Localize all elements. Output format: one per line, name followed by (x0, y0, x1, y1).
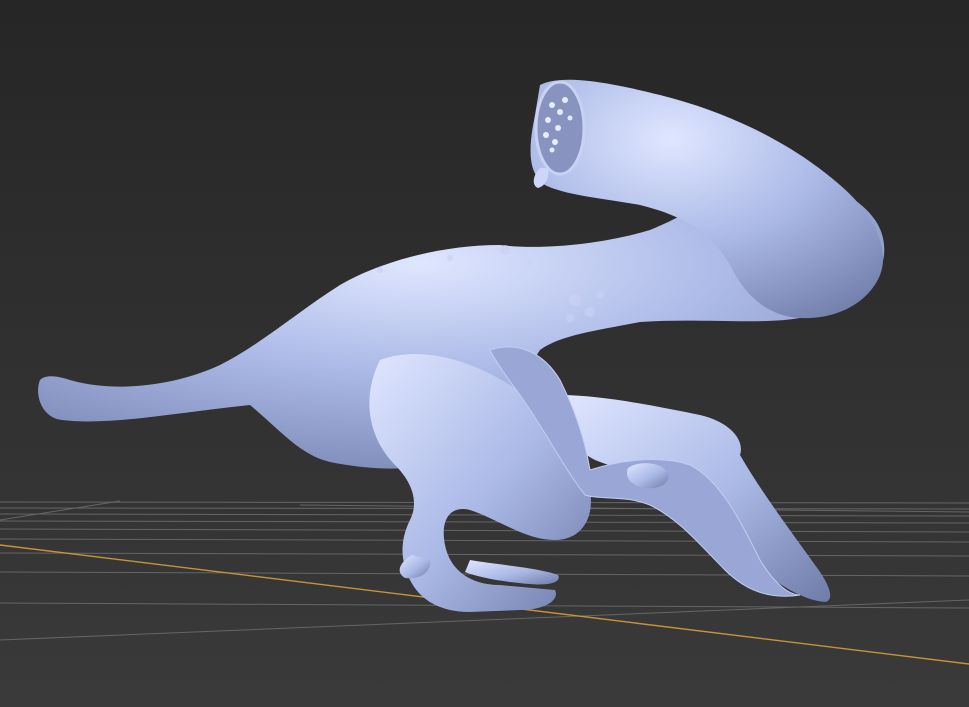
3d-viewport[interactable] (0, 0, 969, 707)
viewport-canvas[interactable] (0, 0, 969, 707)
